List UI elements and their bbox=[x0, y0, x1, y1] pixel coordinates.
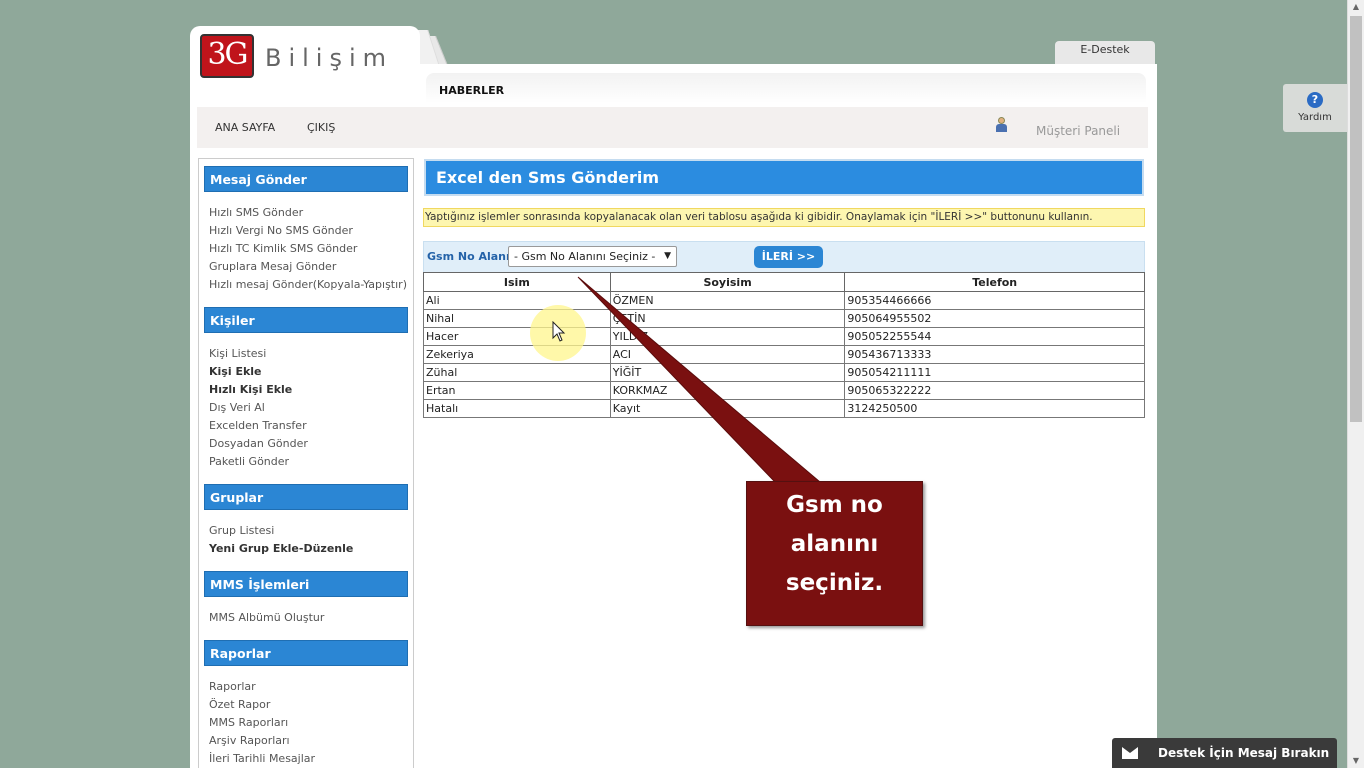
callout-box: Gsm no alanını seçiniz. bbox=[746, 481, 923, 626]
next-button[interactable]: İLERİ >> bbox=[754, 246, 823, 268]
info-notice: Yaptığınız işlemler sonrasında kopyalana… bbox=[423, 208, 1145, 227]
scroll-down-icon[interactable]: ▼ bbox=[1348, 754, 1364, 768]
dropdown-arrow-icon: ▼ bbox=[664, 251, 671, 261]
sidebar-section-mesaj-gonder[interactable]: Mesaj Gönder bbox=[204, 166, 408, 192]
sidebar-item-mms-album[interactable]: MMS Albümü Oluştur bbox=[209, 611, 324, 624]
news-bar bbox=[426, 73, 1146, 103]
news-label: HABERLER bbox=[439, 84, 505, 97]
callout-line: seçiniz. bbox=[785, 570, 884, 596]
sidebar-item-arsiv-raporlari[interactable]: Arşiv Raporları bbox=[209, 734, 290, 747]
sidebar-item-tc-kimlik-sms[interactable]: Hızlı TC Kimlik SMS Gönder bbox=[209, 242, 357, 255]
brand-logo-text: Bilişim bbox=[265, 44, 394, 72]
sidebar-item-kisi-listesi[interactable]: Kişi Listesi bbox=[209, 347, 266, 360]
vertical-scrollbar[interactable]: ▲ ▼ bbox=[1347, 0, 1364, 768]
gsm-field-label: Gsm No Alanı: bbox=[427, 250, 515, 263]
sidebar-item-grup-listesi[interactable]: Grup Listesi bbox=[209, 524, 274, 537]
scrollbar-thumb[interactable] bbox=[1350, 16, 1362, 422]
brand-logo-mark[interactable]: 3G bbox=[200, 34, 254, 78]
sidebar-section-mms[interactable]: MMS İşlemleri bbox=[204, 571, 408, 597]
sidebar-item-gruplara-mesaj[interactable]: Gruplara Mesaj Gönder bbox=[209, 260, 336, 273]
callout-pointer bbox=[577, 276, 822, 483]
gsm-select-value: - Gsm No Alanını Seçiniz - bbox=[514, 250, 656, 263]
cell-telefon: 905354466666 bbox=[844, 291, 1145, 310]
sidebar-item-hizli-sms[interactable]: Hızlı SMS Gönder bbox=[209, 206, 303, 219]
sidebar-item-dis-veri-al[interactable]: Dış Veri Al bbox=[209, 401, 265, 414]
help-label: Yardım bbox=[1298, 112, 1332, 123]
sidebar-item-ileri-tarihli[interactable]: İleri Tarihli Mesajlar bbox=[209, 752, 315, 765]
sidebar-item-raporlar[interactable]: Raporlar bbox=[209, 680, 256, 693]
cell-telefon: 905065322222 bbox=[844, 381, 1145, 400]
sidebar-section-raporlar[interactable]: Raporlar bbox=[204, 640, 408, 666]
sidebar-section-gruplar[interactable]: Gruplar bbox=[204, 484, 408, 510]
support-message-bar[interactable]: Destek İçin Mesaj Bırakın bbox=[1112, 738, 1337, 768]
sidebar-item-ozet-rapor[interactable]: Özet Rapor bbox=[209, 698, 270, 711]
user-icon[interactable] bbox=[995, 117, 1007, 133]
gsm-field-select[interactable]: - Gsm No Alanını Seçiniz - ▼ bbox=[508, 246, 677, 267]
sidebar-item-yeni-grup[interactable]: Yeni Grup Ekle-Düzenle bbox=[209, 542, 353, 555]
mouse-cursor-icon bbox=[552, 321, 566, 342]
cell-telefon: 905052255544 bbox=[844, 327, 1145, 346]
question-icon: ? bbox=[1307, 92, 1323, 108]
sidebar-item-excelden-transfer[interactable]: Excelden Transfer bbox=[209, 419, 307, 432]
callout-line: Gsm no bbox=[786, 492, 883, 518]
sidebar-section-kisiler[interactable]: Kişiler bbox=[204, 307, 408, 333]
support-message-label: Destek İçin Mesaj Bırakın bbox=[1158, 746, 1330, 760]
envelope-icon bbox=[1122, 747, 1138, 759]
sidebar-item-dosyadan-gonder[interactable]: Dosyadan Gönder bbox=[209, 437, 308, 450]
sidebar-item-paketli-gonder[interactable]: Paketli Gönder bbox=[209, 455, 289, 468]
help-button[interactable]: ? Yardım bbox=[1283, 84, 1347, 132]
page-title: Excel den Sms Gönderim bbox=[424, 159, 1144, 196]
cell-telefon: 905054211111 bbox=[844, 363, 1145, 382]
nav-home-link[interactable]: ANA SAYFA bbox=[215, 121, 275, 134]
cell-telefon: 3124250500 bbox=[844, 399, 1145, 418]
sidebar-item-vergi-no-sms[interactable]: Hızlı Vergi No SMS Gönder bbox=[209, 224, 353, 237]
nav-logout-link[interactable]: ÇIKIŞ bbox=[307, 121, 335, 134]
customer-panel-link[interactable]: Müşteri Paneli bbox=[1036, 124, 1120, 138]
sidebar-item-kisi-ekle[interactable]: Kişi Ekle bbox=[209, 365, 262, 378]
tab-e-destek[interactable]: E-Destek bbox=[1055, 41, 1155, 64]
callout-line: alanını bbox=[790, 531, 879, 557]
sidebar-item-mms-raporlari[interactable]: MMS Raporları bbox=[209, 716, 288, 729]
sidebar-item-hizli-kisi-ekle[interactable]: Hızlı Kişi Ekle bbox=[209, 383, 292, 396]
column-header-telefon: Telefon bbox=[844, 272, 1145, 292]
scroll-up-icon[interactable]: ▲ bbox=[1348, 0, 1364, 14]
sidebar-item-kopyala-yapistir[interactable]: Hızlı mesaj Gönder(Kopyala-Yapıştır) bbox=[209, 278, 407, 291]
cell-telefon: 905436713333 bbox=[844, 345, 1145, 364]
cell-telefon: 905064955502 bbox=[844, 309, 1145, 328]
